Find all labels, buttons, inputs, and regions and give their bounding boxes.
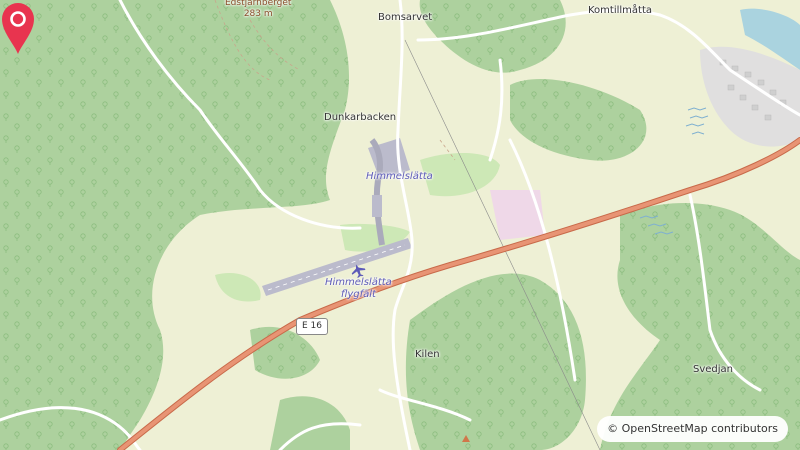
road-shield-e16: E 16 [296, 318, 328, 335]
place-label-himmelslatta: Himmelslätta [366, 171, 433, 182]
map-pin-icon[interactable] [0, 0, 36, 56]
airport-label: Himmelslätta flygfält [325, 277, 392, 301]
peak-elevation: 283 m [243, 9, 273, 19]
map-tiles [0, 0, 800, 450]
place-label-svedjan: Svedjan [693, 364, 734, 375]
airport-label-type: flygfält [340, 289, 376, 300]
attribution-badge[interactable]: © OpenStreetMap contributors [597, 416, 788, 442]
attribution-text[interactable]: © OpenStreetMap contributors [607, 422, 778, 435]
airport-label-name: Himmelslätta [325, 277, 392, 288]
peak-label: Edstjärnberget 283 m [225, 0, 291, 20]
place-label-kilen: Kilen [415, 349, 440, 360]
peak-name: Edstjärnberget [225, 0, 292, 8]
place-label-dunkarbacken: Dunkarbacken [324, 112, 397, 123]
place-label-komtillmatta: Komtillmåtta [588, 5, 653, 16]
place-label-bomsarvet: Bomsarvet [378, 12, 433, 23]
map-canvas[interactable]: Edstjärnberget 283 m Bomsarvet Komtillmå… [0, 0, 800, 450]
